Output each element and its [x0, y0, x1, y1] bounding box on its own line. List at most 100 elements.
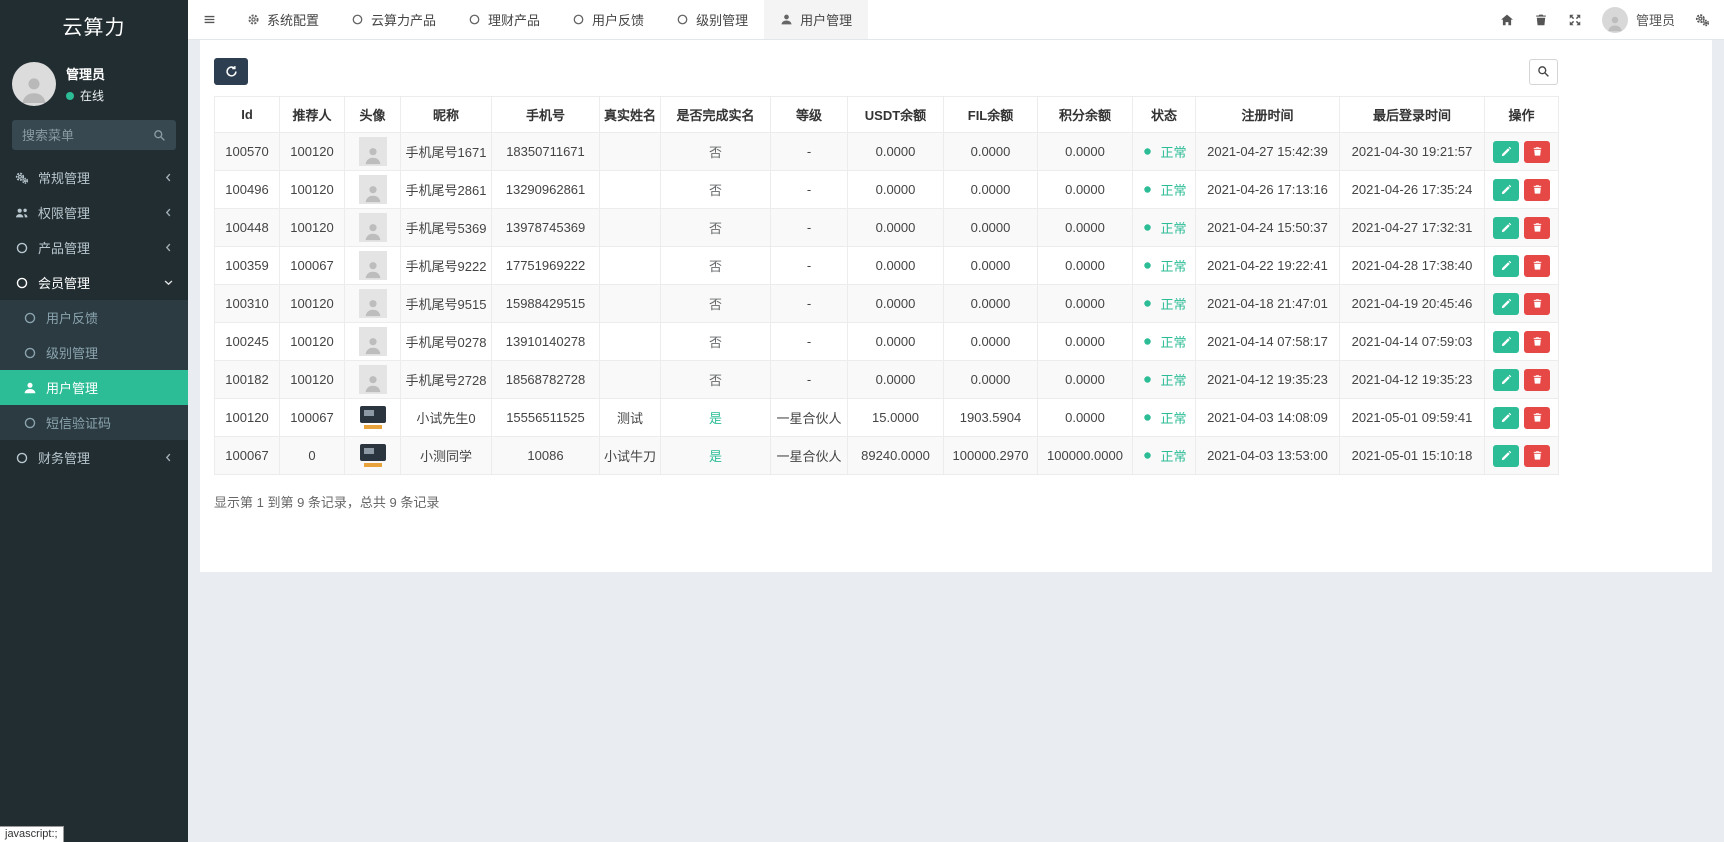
tab-finance-products[interactable]: 理财产品: [452, 0, 556, 39]
delete-button[interactable]: [1524, 292, 1550, 315]
table-row: 100570 100120 手机尾号1671 18350711671 否 -0.0000 0…: [214, 132, 1559, 171]
cell-usdt: 0.0000: [847, 170, 944, 209]
refresh-button[interactable]: [214, 58, 248, 85]
cell-phone: 13978745369: [491, 208, 600, 247]
column-header-level: 等级: [770, 96, 848, 133]
tab-level-management[interactable]: 级别管理: [660, 0, 764, 39]
circle-icon: [14, 241, 29, 255]
cell-level: 一星合伙人: [770, 436, 848, 475]
edit-button[interactable]: [1493, 216, 1519, 239]
cell-nickname: 手机尾号5369: [400, 208, 492, 247]
user-photo: [359, 406, 386, 429]
column-header-actions: 操作: [1484, 96, 1559, 133]
delete-button[interactable]: [1524, 216, 1550, 239]
cell-level: -: [770, 208, 848, 247]
delete-button[interactable]: [1524, 330, 1550, 353]
cell-actions: [1484, 246, 1559, 285]
sidebar-item-general[interactable]: 常规管理: [0, 160, 188, 195]
cell-phone: 13290962861: [491, 170, 600, 209]
trash-icon[interactable]: [1534, 13, 1548, 27]
user-status-label: 在线: [80, 89, 105, 103]
cell-referrer: 100067: [279, 398, 345, 437]
sidebar-item-level-management[interactable]: 级别管理: [0, 335, 188, 370]
table-row: 100359 100067 手机尾号9222 17751969222 否 -0.0000 0…: [214, 246, 1559, 285]
table-row: 100496 100120 手机尾号2861 13290962861 否 -0.0000 0…: [214, 170, 1559, 209]
gears-icon[interactable]: [1695, 13, 1710, 27]
column-header-status: 状态: [1132, 96, 1196, 133]
cell-registered: 2021-04-03 13:53:00: [1195, 436, 1340, 475]
sidebar-item-label: 权限管理: [38, 206, 91, 221]
cell-real_name: [599, 208, 661, 247]
delete-button[interactable]: [1524, 254, 1550, 277]
cell-fil: 100000.2970: [943, 436, 1038, 475]
cell-last_login: 2021-04-19 20:45:46: [1339, 284, 1485, 323]
cell-referrer: 100120: [279, 322, 345, 361]
home-icon[interactable]: [1500, 13, 1514, 27]
cell-level: -: [770, 322, 848, 361]
circle-icon: [22, 346, 37, 360]
cell-nickname: 手机尾号2861: [400, 170, 492, 209]
content-area: Id 推荐人 头像 昵称 手机号 真实姓名 是否完成实名 等级 USDT余额 FIL余额 积分余额状…: [188, 40, 1724, 842]
delete-button[interactable]: [1524, 178, 1550, 201]
edit-button[interactable]: [1493, 368, 1519, 391]
circle-icon: [22, 416, 37, 430]
cell-verified: 否: [660, 284, 771, 323]
column-header-id: Id: [214, 96, 280, 133]
sidebar-item-user-management[interactable]: 用户管理: [0, 370, 188, 405]
tab-label: 云算力产品: [371, 13, 437, 28]
edit-button[interactable]: [1493, 254, 1519, 277]
cell-points: 0.0000: [1037, 398, 1133, 437]
navbar-user[interactable]: 管理员: [1601, 6, 1675, 33]
cell-points: 100000.0000: [1037, 436, 1133, 475]
table-search-button[interactable]: [1529, 58, 1558, 85]
sidebar-item-member[interactable]: 会员管理: [0, 265, 188, 300]
delete-button[interactable]: [1524, 140, 1550, 163]
tab-cloud-products[interactable]: 云算力产品: [335, 0, 452, 39]
cell-registered: 2021-04-26 17:13:16: [1195, 170, 1340, 209]
sidebar-item-user-feedback[interactable]: 用户反馈: [0, 300, 188, 335]
tab-user-feedback[interactable]: 用户反馈: [556, 0, 660, 39]
expand-icon[interactable]: [1568, 13, 1582, 27]
app-logo: 云算力: [0, 0, 188, 50]
hamburger-icon[interactable]: [188, 0, 231, 39]
sidebar-item-sms-code[interactable]: 短信验证码: [0, 405, 188, 440]
edit-button[interactable]: [1493, 292, 1519, 315]
cell-level: -: [770, 284, 848, 323]
circle-icon: [22, 311, 37, 325]
status-dot-icon: [1141, 335, 1154, 348]
edit-button[interactable]: [1493, 140, 1519, 163]
avatar-placeholder-icon: [358, 175, 387, 204]
sidebar-search-input[interactable]: [22, 127, 147, 143]
delete-button[interactable]: [1524, 368, 1550, 391]
tab-user-management[interactable]: 用户管理: [764, 0, 869, 39]
cell-nickname: 手机尾号0278: [400, 322, 492, 361]
tab-system-config[interactable]: 系统配置: [231, 0, 335, 39]
delete-button[interactable]: [1524, 406, 1550, 429]
cell-actions: [1484, 322, 1559, 361]
cell-actions: [1484, 360, 1559, 399]
sidebar-item-label: 短信验证码: [46, 416, 112, 431]
cell-usdt: 89240.0000: [847, 436, 944, 475]
sidebar-item-finance[interactable]: 财务管理: [0, 440, 188, 475]
table-header-row: Id 推荐人 头像 昵称 手机号 真实姓名 是否完成实名 等级 USDT余额 FIL余额 积分余额状…: [214, 96, 1559, 133]
cell-id: 100570: [214, 132, 280, 171]
edit-button[interactable]: [1493, 444, 1519, 467]
delete-button[interactable]: [1524, 444, 1550, 467]
cell-real_name: [599, 170, 661, 209]
search-icon[interactable]: [153, 129, 166, 142]
edit-button[interactable]: [1493, 406, 1519, 429]
avatar-placeholder-icon: [358, 327, 387, 356]
cell-fil: 0.0000: [943, 246, 1038, 285]
cell-avatar: [344, 360, 401, 399]
cell-registered: 2021-04-12 19:35:23: [1195, 360, 1340, 399]
cell-phone: 18568782728: [491, 360, 600, 399]
table-row: 100182 100120 手机尾号2728 18568782728 否 -0.0000 0…: [214, 360, 1559, 399]
sidebar-item-permission[interactable]: 权限管理: [0, 195, 188, 230]
edit-button[interactable]: [1493, 330, 1519, 353]
cell-status: 正常: [1132, 436, 1196, 475]
status-dot-icon: [1141, 221, 1154, 234]
table-row: 100448 100120 手机尾号5369 13978745369 否 -0.0000 0…: [214, 208, 1559, 247]
edit-button[interactable]: [1493, 178, 1519, 201]
avatar-placeholder-icon: [358, 213, 387, 242]
sidebar-item-product[interactable]: 产品管理: [0, 230, 188, 265]
